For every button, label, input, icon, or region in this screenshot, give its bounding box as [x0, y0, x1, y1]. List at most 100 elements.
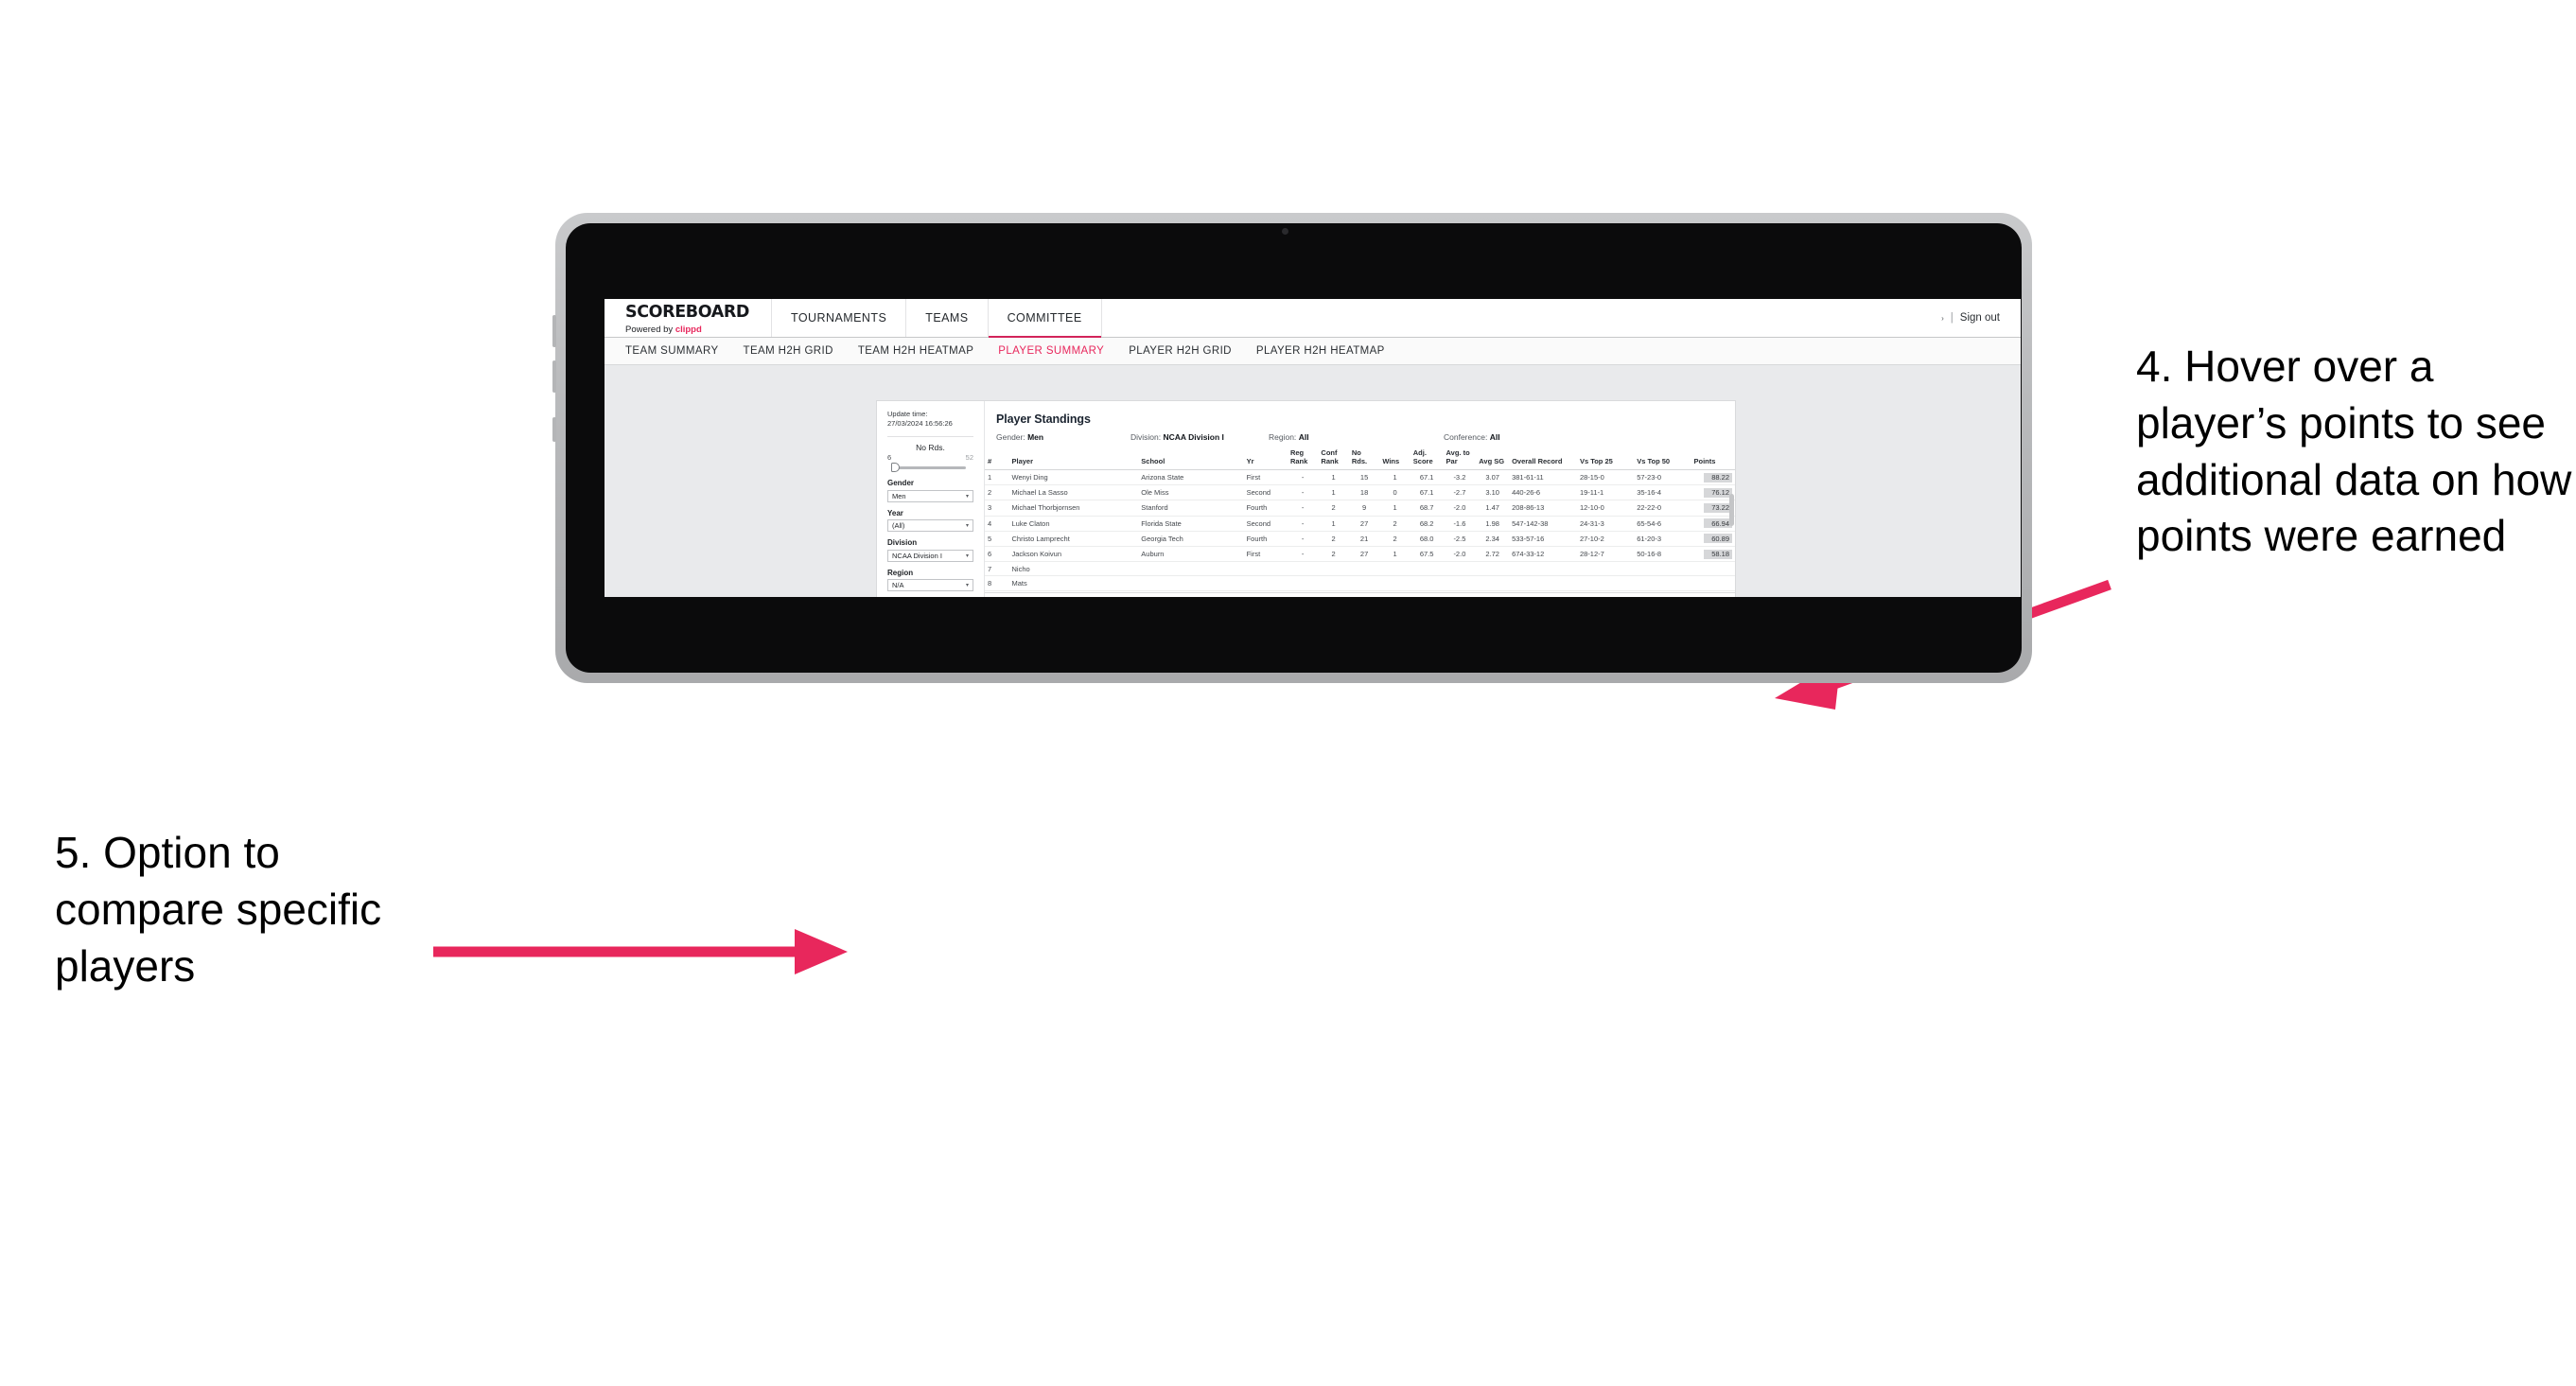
col-no-rds[interactable]: No Rds. — [1348, 447, 1380, 470]
player-standings-table: # Player School Yr Reg Rank Conf Rank No… — [985, 447, 1735, 592]
avg-to-par-cell: -2.0 — [1443, 500, 1477, 517]
yr-cell: First — [1243, 469, 1288, 486]
overall-record-cell: 533-57-16 — [1509, 531, 1577, 547]
table-row[interactable]: 5 Christo Lamprecht Georgia Tech Fourth -2 21… — [985, 531, 1735, 547]
conf-rank-cell: 2 — [1318, 531, 1349, 547]
nav-item-committee[interactable]: COMMITTEE — [988, 299, 1102, 338]
adj-score-cell: 67.1 — [1410, 484, 1444, 501]
wins-cell: 2 — [1379, 531, 1411, 547]
chevron-right-icon[interactable]: › — [1941, 314, 1944, 323]
no-rds-cell — [1348, 561, 1380, 577]
no-rounds-max: 52 — [965, 453, 973, 463]
avg-to-par-cell: -2.0 — [1443, 546, 1477, 563]
subhead-conference-key: Conference: — [1444, 432, 1488, 442]
col-avg-to-par[interactable]: Avg. to Par — [1443, 447, 1477, 470]
table-row[interactable]: 2 Michael La Sasso Ole Miss Second -1 18 0 67.1… — [985, 484, 1735, 501]
points-cell[interactable]: 60.89 — [1691, 531, 1735, 547]
points-value: 60.89 — [1704, 534, 1732, 544]
vs-top-50-cell: 50-16-8 — [1634, 546, 1691, 563]
col-overall-record[interactable]: Overall Record — [1509, 447, 1577, 470]
vertical-scrollbar[interactable] — [1729, 494, 1734, 526]
points-value: 58.18 — [1704, 549, 1732, 559]
col-points[interactable]: Points — [1691, 447, 1735, 470]
rank-cell: 6 — [985, 546, 1009, 563]
no-rounds-slider[interactable] — [887, 463, 973, 473]
standings-table-body: 1 Wenyi Ding Arizona State First -1 15 1 67.1 -3… — [985, 469, 1735, 592]
col-wins[interactable]: Wins — [1379, 447, 1411, 470]
table-row[interactable]: 4 Luke Claton Florida State Second -1 27 2 68.2… — [985, 516, 1735, 532]
overall-record-cell: 208-86-13 — [1509, 500, 1577, 517]
brand-powered-by: Powered by clippd — [625, 325, 771, 335]
wins-cell — [1379, 575, 1411, 591]
table-row[interactable]: 8 Mats — [985, 575, 1735, 591]
conf-rank-cell: 1 — [1318, 484, 1349, 501]
col-rank[interactable]: # — [985, 447, 1009, 470]
subnav-item-team-h2h-grid[interactable]: TEAM H2H GRID — [744, 345, 833, 357]
nav-item-teams[interactable]: TEAMS — [906, 299, 989, 337]
nav-item-tournaments-label: TOURNAMENTS — [791, 311, 887, 325]
overall-record-cell: 440-26-6 — [1509, 484, 1577, 501]
subhead-region-value: All — [1298, 432, 1309, 442]
table-row[interactable]: 6 Jackson Koivun Auburn First -2 27 1 67.5 -2.0 2… — [985, 546, 1735, 563]
col-reg-rank[interactable]: Reg Rank — [1287, 447, 1319, 470]
subnav-item-player-summary[interactable]: PLAYER SUMMARY — [998, 345, 1104, 357]
filters-divider — [887, 436, 973, 438]
player-cell: Jackson Koivun — [1008, 546, 1139, 563]
update-time: Update time: 27/03/2024 16:56:26 — [887, 410, 973, 429]
table-row[interactable]: 3 Michael Thorbjornsen Stanford Fourth -2 9 1 6… — [985, 500, 1735, 517]
points-cell[interactable]: 58.18 — [1691, 546, 1735, 563]
annotation-step-5: 5. Option to compare specific players — [55, 828, 382, 991]
overall-record-cell — [1509, 575, 1577, 591]
col-vs-top-25[interactable]: Vs Top 25 — [1576, 447, 1635, 470]
vs-top-25-cell: 28-12-7 — [1576, 546, 1635, 563]
subhead-conference-value: All — [1489, 432, 1500, 442]
adj-score-cell: 67.5 — [1410, 546, 1444, 563]
points-cell[interactable]: 88.22 — [1691, 469, 1735, 486]
subnav-item-team-summary[interactable]: TEAM SUMMARY — [625, 345, 719, 357]
player-cell: Nicho — [1008, 561, 1139, 577]
standings-table-wrapper[interactable]: # Player School Yr Reg Rank Conf Rank No… — [985, 447, 1735, 592]
avg-sg-cell: 2.34 — [1476, 531, 1510, 547]
subhead-gender: Gender: Men — [996, 432, 1130, 442]
subnav-item-player-h2h-heatmap[interactable]: PLAYER H2H HEATMAP — [1256, 345, 1385, 357]
col-vs-top-50[interactable]: Vs Top 50 — [1634, 447, 1691, 470]
adj-score-cell: 68.2 — [1410, 516, 1444, 532]
col-conf-rank[interactable]: Conf Rank — [1318, 447, 1349, 470]
vs-top-25-cell — [1576, 561, 1635, 577]
standings-table-head: # Player School Yr Reg Rank Conf Rank No… — [985, 447, 1735, 470]
vs-top-50-cell: 57-23-0 — [1634, 469, 1691, 486]
reg-rank-cell: - — [1287, 484, 1319, 501]
school-cell: Georgia Tech — [1138, 531, 1244, 547]
subnav-item-team-h2h-heatmap[interactable]: TEAM H2H HEATMAP — [858, 345, 973, 357]
filter-region-label: Region — [887, 568, 914, 577]
filter-region-select[interactable]: N/A ▾ — [887, 579, 973, 592]
nav-item-tournaments[interactable]: TOURNAMENTS — [772, 299, 907, 337]
avg-sg-cell — [1476, 561, 1510, 577]
no-rounds-range: 6 52 — [887, 453, 973, 462]
no-rds-cell: 27 — [1348, 516, 1380, 532]
col-school[interactable]: School — [1138, 447, 1244, 470]
filter-division-select[interactable]: NCAA Division I ▾ — [887, 549, 973, 562]
points-value: 76.12 — [1704, 487, 1732, 498]
wins-cell: 1 — [1379, 500, 1411, 517]
table-row[interactable]: 7 Nicho — [985, 561, 1735, 577]
subnav-item-player-h2h-grid[interactable]: PLAYER H2H GRID — [1129, 345, 1232, 357]
tablet-volume-button-2 — [552, 360, 556, 393]
table-row[interactable]: 1 Wenyi Ding Arizona State First -1 15 1 67.1 -3… — [985, 469, 1735, 486]
filter-division-label: Division — [887, 538, 918, 548]
sign-out-link[interactable]: Sign out — [1960, 312, 2000, 324]
reg-rank-cell: - — [1287, 516, 1319, 532]
rank-cell: 1 — [985, 469, 1009, 486]
filter-gender-select[interactable]: Men ▾ — [887, 489, 973, 502]
col-yr[interactable]: Yr — [1243, 447, 1288, 470]
points-cell[interactable] — [1691, 561, 1735, 577]
conf-rank-cell: 1 — [1318, 469, 1349, 486]
slider-handle[interactable] — [891, 463, 900, 473]
col-adj-score[interactable]: Adj. Score — [1410, 447, 1444, 470]
col-player[interactable]: Player — [1008, 447, 1139, 470]
col-avg-sg[interactable]: Avg SG — [1476, 447, 1510, 470]
points-cell[interactable] — [1691, 575, 1735, 591]
filter-year-select[interactable]: (All) ▾ — [887, 519, 973, 533]
school-cell — [1138, 575, 1244, 591]
vs-top-50-cell: 65-54-6 — [1634, 516, 1691, 532]
